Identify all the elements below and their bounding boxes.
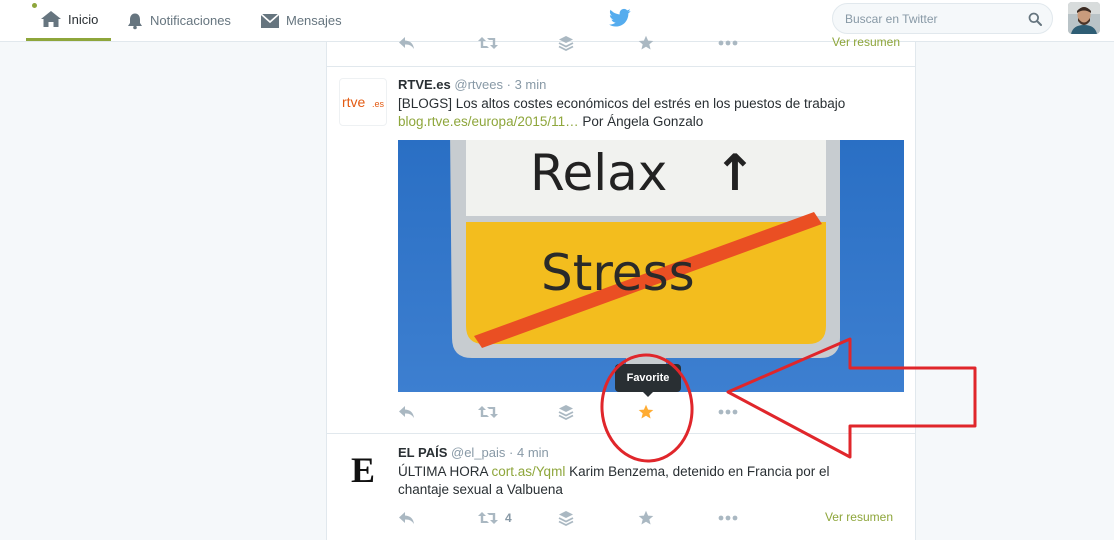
search-input[interactable] [845, 10, 1025, 28]
tweet-header: EL PAÍS @el_pais · 4 min [398, 445, 549, 460]
reply-icon [399, 37, 414, 49]
buffer-button[interactable] [558, 401, 574, 423]
tweet-text-body: [BLOGS] Los altos costes económicos del … [398, 96, 846, 111]
svg-text:rtve: rtve [342, 94, 366, 110]
buffer-layers-icon [558, 405, 574, 420]
tweet-timestamp[interactable]: 4 min [517, 445, 549, 460]
favorite-button[interactable] [638, 32, 654, 54]
search-icon[interactable] [1028, 12, 1042, 26]
tweet-avatar-el-pais[interactable]: E [339, 446, 387, 494]
nav-home-label: Inicio [68, 11, 99, 27]
reply-button[interactable] [398, 507, 415, 529]
nav-messages[interactable]: Mensajes [260, 0, 342, 41]
reply-button[interactable] [398, 32, 415, 54]
view-summary-link[interactable]: Ver resumen [832, 35, 900, 49]
more-options-button[interactable] [718, 32, 738, 54]
buffer-button[interactable] [558, 32, 574, 54]
nav-messages-label: Mensajes [286, 13, 342, 28]
tweet-media-image[interactable]: Relax ↑ Stress [398, 140, 904, 392]
star-icon [638, 404, 654, 419]
tweet-author-handle[interactable]: @el_pais [451, 445, 505, 460]
home-icon [41, 11, 61, 27]
tweet-text: ÚLTIMA HORA cort.as/Yqml Karim Benzema, … [398, 463, 878, 499]
tweet-header: RTVE.es @rtvees · 3 min [398, 77, 546, 92]
user-photo-icon [1068, 2, 1100, 34]
favorite-button[interactable] [638, 507, 654, 529]
previous-tweet-actions: Ver resumen [398, 32, 900, 54]
tweet-actions [398, 401, 838, 423]
buffer-layers-icon [558, 511, 574, 526]
tweet-separator: · [506, 77, 511, 92]
star-icon [638, 35, 654, 50]
more-dots-icon [718, 40, 738, 46]
retweet-icon [478, 406, 498, 418]
envelope-icon [260, 12, 280, 28]
search-box[interactable] [832, 3, 1053, 34]
sign-arrow: ↑ [714, 144, 756, 202]
tweet-author-handle[interactable]: @rtvees [454, 77, 503, 92]
tweet-text-prefix: ÚLTIMA HORA [398, 464, 492, 479]
retweet-button[interactable] [478, 401, 498, 423]
nav-notifications-label: Notificaciones [150, 13, 231, 28]
tweet-divider [327, 433, 915, 434]
sign-stress-text: Stress [541, 244, 695, 302]
retweet-button[interactable]: 4 [478, 507, 512, 529]
reply-icon [399, 512, 414, 524]
more-options-button[interactable] [718, 507, 738, 529]
tweet-separator: · [509, 445, 514, 460]
tweet-author-name[interactable]: RTVE.es [398, 77, 451, 92]
tweet-actions: 4 Ver resumen [398, 507, 905, 529]
tweet-text: [BLOGS] Los altos costes económicos del … [398, 95, 898, 131]
tweet-author-name[interactable]: EL PAÍS [398, 445, 447, 460]
more-dots-icon [718, 515, 738, 521]
reply-button[interactable] [398, 401, 415, 423]
tweet-text-suffix: Por Ángela Gonzalo [578, 114, 704, 129]
view-summary-link[interactable]: Ver resumen [825, 510, 893, 524]
relax-stress-sign-image: Relax ↑ Stress [398, 140, 904, 392]
tweet-divider [327, 66, 915, 67]
sign-relax-text: Relax [530, 144, 667, 202]
el-pais-logo: E [350, 450, 375, 490]
twitter-bird-logo[interactable] [609, 8, 631, 28]
rtve-logo: rtve .es [342, 94, 385, 110]
retweet-icon [478, 512, 498, 524]
buffer-layers-icon [558, 36, 574, 51]
favorite-button-active[interactable] [638, 401, 654, 423]
svg-text:.es: .es [372, 99, 385, 109]
timeline-stream: Ver resumen rtve .es RTVE.es @rtvees · 3… [326, 35, 916, 540]
bell-icon [128, 13, 142, 29]
tweet-link[interactable]: cort.as/Yqml [492, 464, 566, 479]
favorite-tooltip: Favorite [615, 364, 681, 397]
retweet-icon [478, 37, 498, 49]
nav-home[interactable]: Inicio [26, 0, 111, 41]
reply-icon [399, 406, 414, 418]
more-dots-icon [718, 409, 738, 415]
retweet-button[interactable] [478, 32, 498, 54]
tweet-avatar-rtve[interactable]: rtve .es [339, 78, 387, 126]
nav-notifications[interactable]: Notificaciones [126, 0, 231, 41]
retweet-count: 4 [505, 511, 512, 525]
tweet-link[interactable]: blog.rtve.es/europa/2015/11… [398, 114, 579, 129]
tweet-timestamp[interactable]: 3 min [515, 77, 547, 92]
more-options-button[interactable] [718, 401, 738, 423]
buffer-button[interactable] [558, 507, 574, 529]
user-avatar[interactable] [1068, 2, 1100, 34]
star-icon [638, 510, 654, 525]
